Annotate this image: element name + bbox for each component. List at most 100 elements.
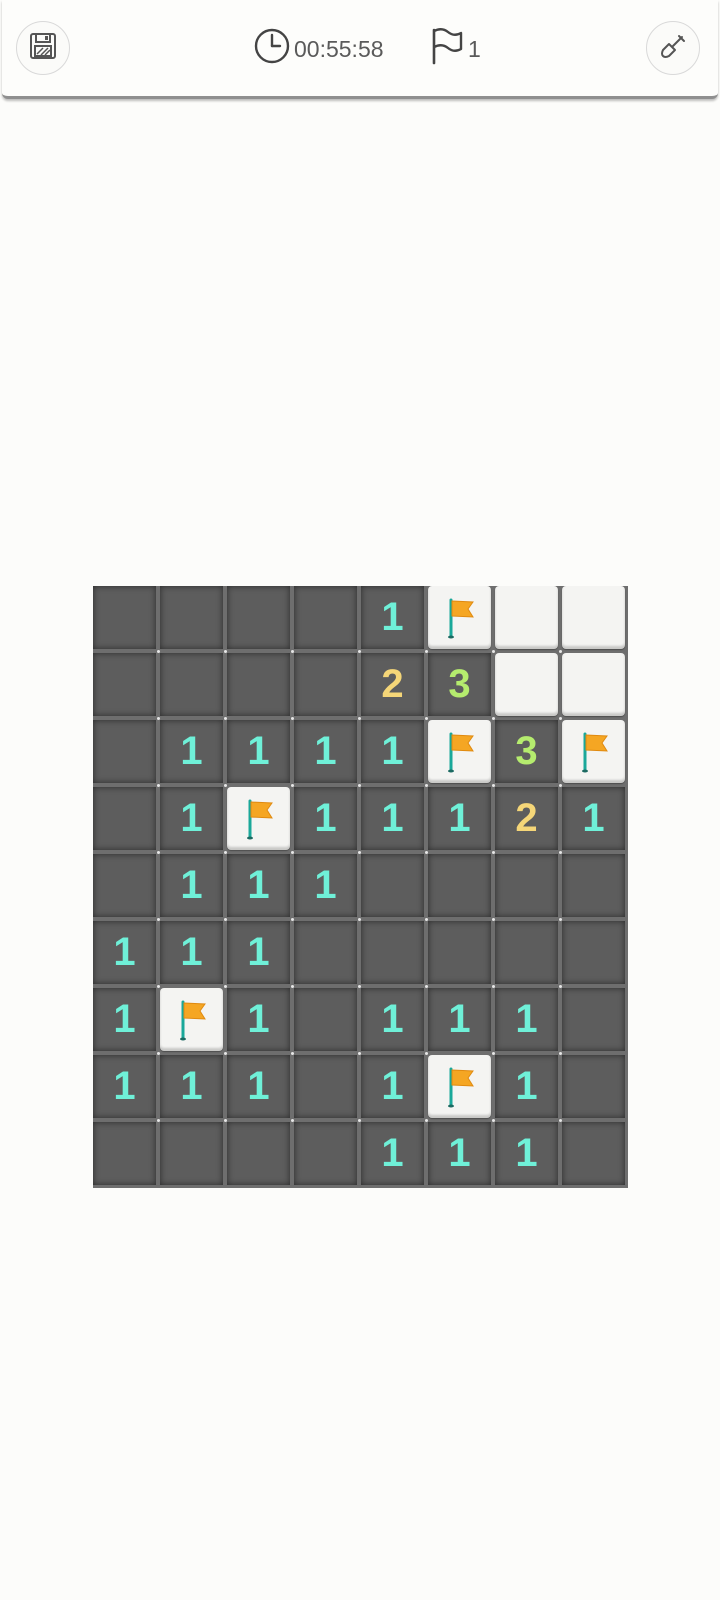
unrevealed-cell[interactable] — [562, 653, 625, 716]
cell-number: 1 — [180, 863, 203, 907]
grid-dot — [559, 650, 562, 653]
number-cell[interactable]: 1 — [227, 720, 290, 783]
grid-dot — [492, 918, 495, 921]
grid-dot — [358, 1052, 361, 1055]
number-cell[interactable]: 1 — [227, 988, 290, 1051]
number-cell[interactable]: 1 — [495, 1122, 558, 1185]
empty-cell[interactable] — [495, 854, 558, 917]
flagged-cell[interactable] — [428, 586, 491, 649]
grid-dot — [559, 1119, 562, 1122]
number-cell[interactable]: 1 — [495, 1055, 558, 1118]
empty-cell[interactable] — [227, 1122, 290, 1185]
unrevealed-cell[interactable] — [495, 653, 558, 716]
number-cell[interactable]: 1 — [294, 787, 357, 850]
number-cell[interactable]: 1 — [361, 1055, 424, 1118]
cell-number: 1 — [448, 1131, 471, 1175]
number-cell[interactable]: 1 — [227, 1055, 290, 1118]
number-cell[interactable]: 1 — [294, 720, 357, 783]
empty-cell[interactable] — [294, 586, 357, 649]
empty-cell[interactable] — [93, 854, 156, 917]
grid-dot — [291, 784, 294, 787]
empty-cell[interactable] — [562, 1122, 625, 1185]
cell-number: 1 — [381, 729, 404, 773]
empty-cell[interactable] — [361, 854, 424, 917]
flagged-cell[interactable] — [428, 1055, 491, 1118]
empty-cell[interactable] — [562, 988, 625, 1051]
empty-cell[interactable] — [428, 854, 491, 917]
empty-cell[interactable] — [93, 787, 156, 850]
number-cell[interactable]: 1 — [160, 921, 223, 984]
number-cell[interactable]: 1 — [428, 787, 491, 850]
number-cell[interactable]: 3 — [428, 653, 491, 716]
clock-icon — [254, 28, 290, 70]
number-cell[interactable]: 1 — [361, 586, 424, 649]
number-cell[interactable]: 1 — [361, 720, 424, 783]
unrevealed-cell[interactable] — [495, 586, 558, 649]
grid-dot — [291, 985, 294, 988]
flagged-cell[interactable] — [562, 720, 625, 783]
empty-cell[interactable] — [160, 586, 223, 649]
empty-cell[interactable] — [294, 1055, 357, 1118]
number-cell[interactable]: 1 — [160, 854, 223, 917]
timer-value: 00:55:58 — [294, 35, 384, 62]
number-cell[interactable]: 1 — [93, 1055, 156, 1118]
cell-number: 1 — [381, 796, 404, 840]
grid-dot — [224, 851, 227, 854]
empty-cell[interactable] — [227, 586, 290, 649]
number-cell[interactable]: 1 — [428, 1122, 491, 1185]
cell-number: 1 — [113, 930, 136, 974]
flag-icon — [443, 730, 477, 774]
grid-dot — [358, 717, 361, 720]
save-button[interactable] — [16, 21, 70, 75]
number-cell[interactable]: 1 — [361, 787, 424, 850]
number-cell[interactable]: 3 — [495, 720, 558, 783]
number-cell[interactable]: 1 — [294, 854, 357, 917]
grid-dot — [157, 1119, 160, 1122]
grid-dot — [425, 851, 428, 854]
empty-cell[interactable] — [294, 653, 357, 716]
empty-cell[interactable] — [93, 653, 156, 716]
number-cell[interactable]: 1 — [160, 787, 223, 850]
empty-cell[interactable] — [294, 1122, 357, 1185]
empty-cell[interactable] — [562, 854, 625, 917]
empty-cell[interactable] — [227, 653, 290, 716]
number-cell[interactable]: 1 — [227, 921, 290, 984]
empty-cell[interactable] — [562, 1055, 625, 1118]
number-cell[interactable]: 2 — [495, 787, 558, 850]
flagged-cell[interactable] — [428, 720, 491, 783]
empty-cell[interactable] — [428, 921, 491, 984]
empty-cell[interactable] — [93, 1122, 156, 1185]
cell-number: 1 — [314, 796, 337, 840]
cell-number: 1 — [515, 1064, 538, 1108]
number-cell[interactable]: 1 — [93, 988, 156, 1051]
empty-cell[interactable] — [562, 921, 625, 984]
number-cell[interactable]: 1 — [428, 988, 491, 1051]
number-cell[interactable]: 1 — [361, 988, 424, 1051]
number-cell[interactable]: 1 — [361, 1122, 424, 1185]
empty-cell[interactable] — [160, 653, 223, 716]
grid-dot — [358, 851, 361, 854]
grid-dot — [425, 650, 428, 653]
number-cell[interactable]: 1 — [160, 1055, 223, 1118]
flagged-cell[interactable] — [160, 988, 223, 1051]
flagged-cell[interactable] — [227, 787, 290, 850]
unrevealed-cell[interactable] — [562, 586, 625, 649]
empty-cell[interactable] — [294, 988, 357, 1051]
number-cell[interactable]: 1 — [562, 787, 625, 850]
empty-cell[interactable] — [294, 921, 357, 984]
empty-cell[interactable] — [93, 720, 156, 783]
cell-number: 1 — [247, 930, 270, 974]
dig-mode-button[interactable] — [646, 21, 700, 75]
number-cell[interactable]: 1 — [93, 921, 156, 984]
number-cell[interactable]: 1 — [495, 988, 558, 1051]
number-cell[interactable]: 1 — [160, 720, 223, 783]
empty-cell[interactable] — [160, 1122, 223, 1185]
flag-icon — [175, 998, 209, 1042]
number-cell[interactable]: 1 — [227, 854, 290, 917]
number-cell[interactable]: 2 — [361, 653, 424, 716]
top-bar: 00:55:58 1 — [2, 0, 718, 99]
empty-cell[interactable] — [93, 586, 156, 649]
empty-cell[interactable] — [495, 921, 558, 984]
grid-dot — [425, 985, 428, 988]
empty-cell[interactable] — [361, 921, 424, 984]
